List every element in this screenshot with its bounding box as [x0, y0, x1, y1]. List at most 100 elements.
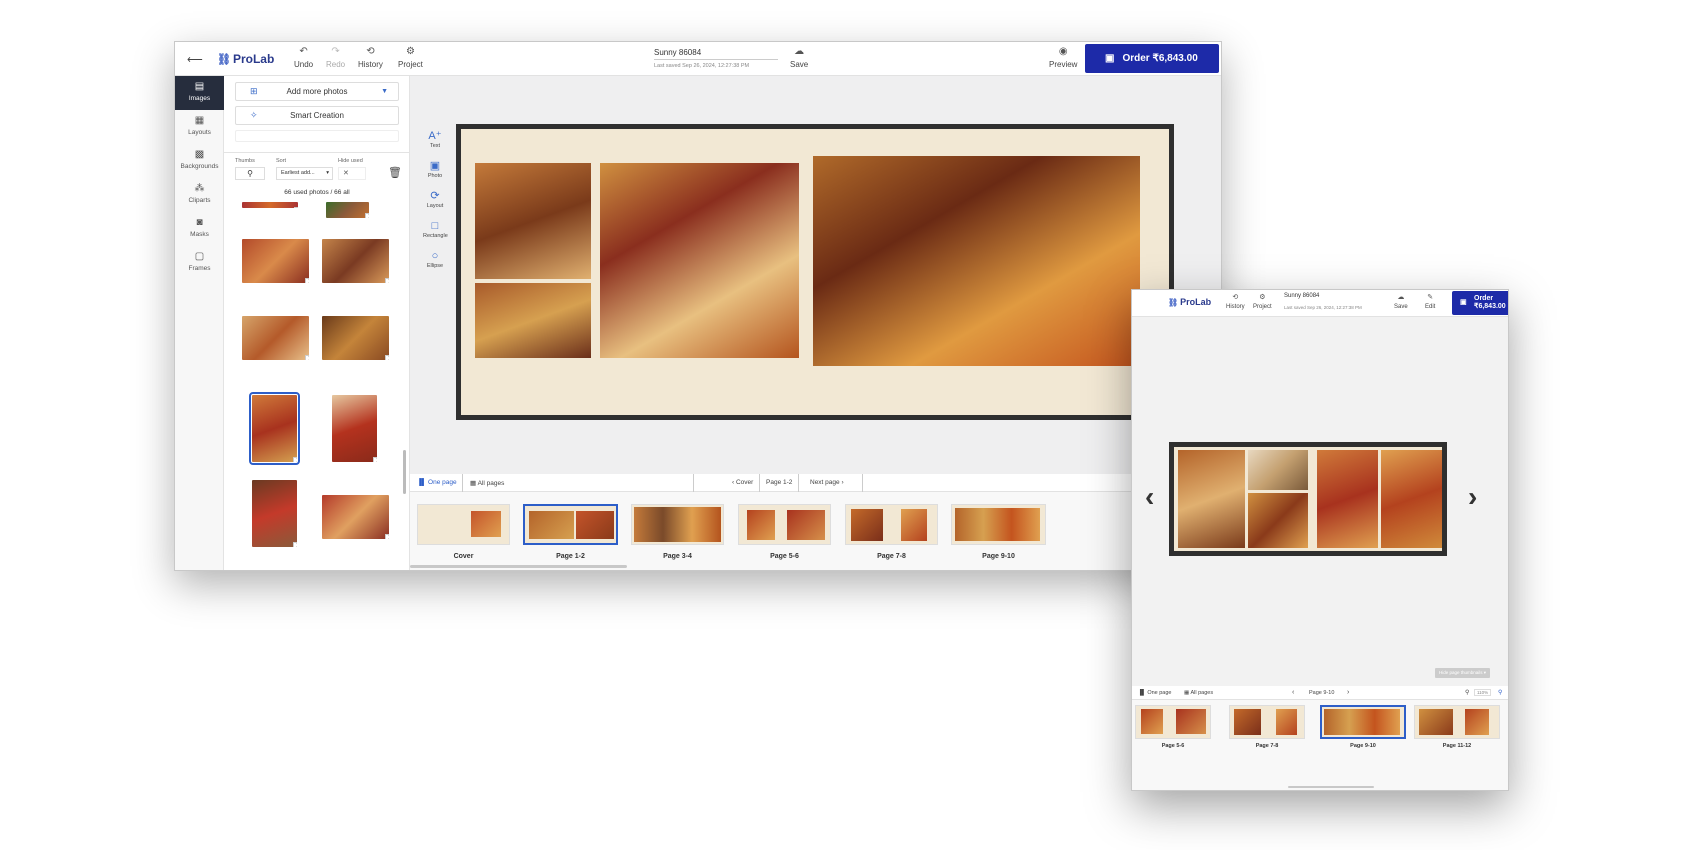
one-page-toggle[interactable]: ▐▌ One page: [1138, 690, 1172, 696]
nav-divider: [862, 474, 863, 492]
photo-thumb[interactable]: 1: [332, 395, 377, 462]
project-button[interactable]: ⚙ Project: [398, 46, 423, 70]
panel-search-input[interactable]: [235, 130, 399, 142]
nav-images[interactable]: ▤ Images: [175, 76, 224, 110]
add-photo-icon: ⊞: [250, 86, 258, 96]
history-button[interactable]: ⟲ History: [358, 46, 383, 70]
photo-slot[interactable]: [475, 283, 591, 358]
album-spread[interactable]: [456, 124, 1174, 420]
chevron-left-icon[interactable]: ‹: [1292, 689, 1294, 696]
page-thumb-7-8[interactable]: [1229, 705, 1305, 739]
gear-icon: ⚙: [405, 46, 415, 57]
photo-slot[interactable]: [1248, 493, 1308, 548]
page-thumb-cover[interactable]: [417, 504, 510, 545]
photo-thumb[interactable]: 1: [252, 480, 297, 547]
edit-label: Edit: [1425, 304, 1436, 310]
trash-icon[interactable]: 🗑: [388, 166, 402, 179]
ellipse-tool[interactable]: ○ Ellipse: [423, 250, 447, 269]
sort-select[interactable]: Earliest add... ▾: [276, 167, 333, 180]
chevron-left-icon[interactable]: ‹: [1145, 481, 1154, 513]
hide-used-toggle[interactable]: ✕: [338, 167, 366, 180]
history-icon: ⟲: [366, 46, 375, 57]
prev-page-label: Cover: [735, 479, 754, 486]
project-title[interactable]: Sunny 86084: [1284, 293, 1319, 299]
zoom-level[interactable]: 110%: [1474, 689, 1492, 696]
masks-icon: ◙: [196, 217, 203, 228]
page-thumb-3-4[interactable]: [631, 504, 724, 545]
page-thumb-7-8[interactable]: [845, 504, 938, 545]
photo-thumb[interactable]: 1: [242, 202, 298, 208]
chevron-right-icon[interactable]: ›: [1347, 689, 1349, 696]
photo-slot[interactable]: [600, 163, 799, 358]
hide-thumbnails-button[interactable]: Hide page thumbnails ▾: [1435, 668, 1491, 678]
zoom-out-icon[interactable]: ⚲: [1465, 689, 1469, 696]
chevron-right-icon[interactable]: ›: [1468, 481, 1477, 513]
save-button[interactable]: ☁ Save: [790, 47, 808, 70]
text-icon: A⁺: [428, 130, 442, 142]
strip-scrollbar[interactable]: [410, 565, 627, 568]
page-thumb-1-2[interactable]: [523, 504, 618, 545]
photo-thumb[interactable]: 1: [322, 239, 389, 283]
nav-backgrounds[interactable]: ▩ Backgrounds: [175, 144, 224, 178]
undo-button[interactable]: ↶ Undo: [294, 47, 313, 70]
photo-slot[interactable]: [813, 156, 1140, 366]
images-icon: ▤: [194, 81, 205, 92]
page-thumb-9-10[interactable]: [1320, 705, 1406, 739]
prev-page-button[interactable]: ‹ Cover: [732, 479, 753, 486]
project-button[interactable]: ⚙ Project: [1253, 293, 1272, 310]
next-page-button[interactable]: Next page ›: [810, 479, 844, 486]
photo-thumb[interactable]: 1: [242, 239, 309, 283]
panel-scrollbar[interactable]: [403, 450, 406, 494]
add-more-photos-button[interactable]: ⊞ Add more photos ▼: [235, 82, 399, 101]
nav-cliparts[interactable]: ⁂ Cliparts: [175, 178, 224, 212]
photo-tool[interactable]: ▣ Photo: [423, 160, 447, 179]
save-button[interactable]: ☁ Save: [1394, 293, 1408, 310]
spread-page: [461, 129, 1169, 415]
photo-thumb[interactable]: 1: [322, 316, 389, 360]
nav-layouts[interactable]: ▦ Layouts: [175, 110, 224, 144]
project-label: Project: [398, 60, 423, 69]
redo-button[interactable]: ↷ Redo: [326, 47, 345, 70]
photo-slot[interactable]: [1381, 450, 1442, 548]
photo-thumb-selected[interactable]: 1: [249, 392, 300, 465]
photo-slot[interactable]: [1178, 450, 1245, 548]
page-thumb-9-10[interactable]: [951, 504, 1046, 545]
page-thumb-11-12[interactable]: [1414, 705, 1500, 739]
grid-icon: ▦: [470, 480, 477, 487]
canvas-stage: A⁺ Text ▣ Photo ⟳ Layout □ Rectangle ○ Ellips…: [410, 76, 1221, 474]
order-button[interactable]: ▣ Order ₹6,843.00: [1085, 44, 1219, 73]
back-button[interactable]: ⟵: [187, 53, 203, 66]
history-button[interactable]: ⟲ History: [1226, 293, 1245, 310]
photo-slot[interactable]: [475, 163, 591, 279]
photo-slot[interactable]: [1317, 450, 1378, 548]
all-pages-toggle[interactable]: ▦ All pages: [470, 479, 504, 487]
zoom-in-icon[interactable]: ⚲: [1498, 689, 1502, 696]
photo-thumb[interactable]: 1: [322, 495, 389, 539]
album-spread-preview[interactable]: [1169, 442, 1447, 556]
page-label-cover: Cover: [453, 553, 474, 560]
thumb-size-control[interactable]: ⚲: [235, 167, 265, 180]
one-page-label: One page: [428, 479, 457, 486]
history-icon: ⟲: [1232, 294, 1239, 301]
order-button[interactable]: ▣ Order ₹6,843.00: [1452, 291, 1508, 315]
preview-button[interactable]: ◉ Preview: [1049, 47, 1077, 70]
edit-button[interactable]: ✎ Edit: [1425, 293, 1435, 310]
page-thumb-5-6[interactable]: [738, 504, 831, 545]
smart-creation-button[interactable]: ✧ Smart Creation: [235, 106, 399, 125]
photo-thumb[interactable]: 1: [242, 316, 309, 360]
page-thumb-5-6[interactable]: [1135, 705, 1211, 739]
one-page-toggle[interactable]: ▐▌ One page: [417, 479, 457, 486]
nav-masks[interactable]: ◙ Masks: [175, 212, 224, 246]
layout-tool[interactable]: ⟳ Layout: [423, 190, 447, 209]
nav-frames[interactable]: ▢ Frames: [175, 246, 224, 280]
project-title[interactable]: Sunny 86084: [654, 48, 701, 57]
text-tool[interactable]: A⁺ Text: [423, 130, 447, 149]
all-pages-toggle[interactable]: ▦ All pages: [1184, 690, 1213, 696]
last-saved-text: Last saved Sep 26, 2024, 12:27:38 PM: [654, 63, 750, 69]
photo-thumb[interactable]: 1: [326, 202, 369, 218]
photo-slot[interactable]: [1248, 450, 1308, 490]
one-page-label: One page: [1147, 690, 1172, 696]
strip-scrollbar[interactable]: [1288, 786, 1374, 788]
rectangle-tool[interactable]: □ Rectangle: [423, 220, 448, 239]
nav-images-label: Images: [188, 95, 211, 102]
